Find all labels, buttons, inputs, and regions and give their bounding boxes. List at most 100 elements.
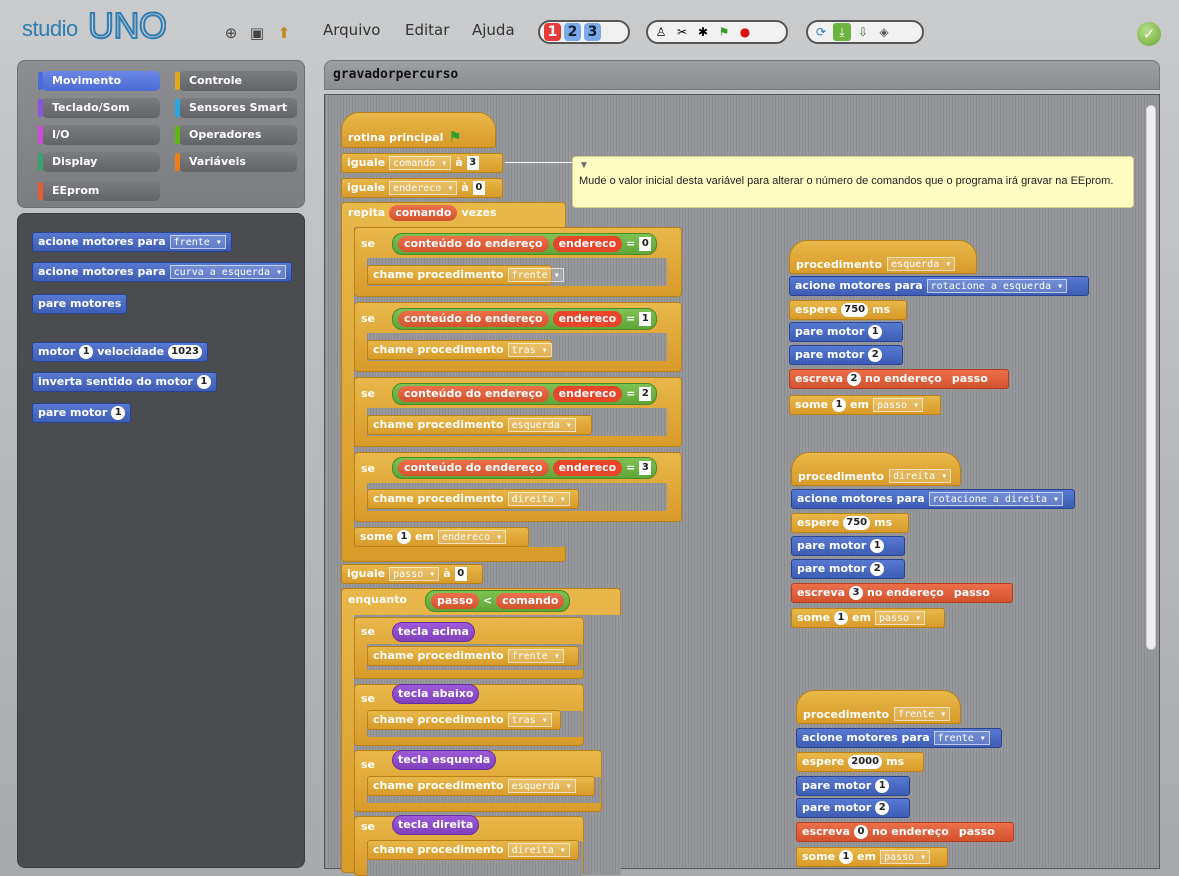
condition-block[interactable]: conteúdo do endereço endereco = 2 xyxy=(392,383,658,405)
connect-icon[interactable]: ⟳ xyxy=(812,23,830,41)
call-proc-block[interactable]: chame procedimento direita ▾ xyxy=(367,489,579,509)
category-controle[interactable]: Controle xyxy=(175,71,297,91)
address-var[interactable]: endereco xyxy=(552,386,623,402)
value-input[interactable]: 1 xyxy=(397,530,412,544)
palette-block-motors-curve[interactable]: acione motores para curva a esquerda ▾ xyxy=(32,262,293,282)
category-operadores[interactable]: Operadores xyxy=(175,125,297,145)
key-left-sensor[interactable]: tecla esquerda xyxy=(392,750,497,770)
add-passo-block[interactable]: some 1 em passo ▾ xyxy=(789,395,941,415)
call-proc-block[interactable]: chame procedimento esquerda ▾ xyxy=(367,776,595,796)
wait-value[interactable]: 2000 xyxy=(848,755,883,769)
wait-block[interactable]: espere 750 ms xyxy=(789,300,907,320)
var-dropdown[interactable]: endereco ▾ xyxy=(389,181,458,195)
direction-dropdown[interactable]: frente ▾ xyxy=(933,731,990,745)
palette-block-invert-motor[interactable]: inverta sentido do motor 1 xyxy=(32,372,217,392)
condition-block[interactable]: conteúdo do endereço endereco = 0 xyxy=(392,233,658,255)
address-var[interactable]: passo xyxy=(947,585,996,601)
direction-dropdown[interactable]: curva a esquerda ▾ xyxy=(169,265,287,279)
motors-block[interactable]: acione motores para rotacione a esquerda … xyxy=(789,276,1089,296)
write-value[interactable]: 3 xyxy=(849,586,864,600)
proc-dropdown[interactable]: frente ▾ xyxy=(507,649,564,663)
value-input[interactable]: 1 xyxy=(834,611,849,625)
stamp-icon[interactable]: ♙ xyxy=(652,23,670,41)
direction-dropdown[interactable]: frente ▾ xyxy=(169,235,226,249)
value-input[interactable]: 2 xyxy=(639,387,652,401)
value-input[interactable]: 1 xyxy=(832,398,847,412)
value-input[interactable]: 3 xyxy=(639,461,652,475)
condition-block[interactable]: conteúdo do endereço endereco = 1 xyxy=(392,308,658,330)
write-value[interactable]: 0 xyxy=(854,825,869,839)
proc-dropdown[interactable]: tras ▾ xyxy=(507,343,552,357)
while-condition[interactable]: passo < comando xyxy=(425,590,571,612)
proc-dropdown[interactable]: direita ▾ xyxy=(507,843,570,857)
category-eeprom[interactable]: EEprom xyxy=(38,181,160,201)
proc-esquerda-hat[interactable]: procedimento esquerda ▾ xyxy=(789,240,977,274)
direction-dropdown[interactable]: rotacione a esquerda ▾ xyxy=(926,279,1068,293)
script-title[interactable]: gravadorpercurso xyxy=(333,67,458,82)
var-dropdown[interactable]: endereco ▾ xyxy=(437,530,507,544)
add-passo-block[interactable]: some 1 em passo ▾ xyxy=(796,847,948,867)
proc-dropdown[interactable]: tras ▾ xyxy=(507,713,552,727)
var-dropdown[interactable]: passo ▾ xyxy=(879,850,931,864)
stop-motor-block[interactable]: pare motor 2 xyxy=(796,798,910,818)
wait-value[interactable]: 750 xyxy=(843,516,871,530)
scissors-icon[interactable]: ✂ xyxy=(673,23,691,41)
proc-dropdown[interactable]: esquerda ▾ xyxy=(507,779,576,793)
wait-value[interactable]: 750 xyxy=(841,303,869,317)
menu-help[interactable]: Ajuda xyxy=(472,21,515,39)
eeprom-write-block[interactable]: escreva 0 no endereço passo xyxy=(796,822,1014,842)
eeprom-write-block[interactable]: escreva 2 no endereço passo xyxy=(789,369,1009,389)
call-proc-block[interactable]: chame procedimento direita ▾ xyxy=(367,840,579,860)
eeprom-write-block[interactable]: escreva 3 no endereço passo xyxy=(791,583,1013,603)
add-endereco-block[interactable]: some 1 em endereco ▾ xyxy=(354,527,529,547)
eeprom-read-block[interactable]: conteúdo do endereço xyxy=(398,460,549,476)
value-input[interactable]: 1 xyxy=(639,312,652,326)
bug-icon[interactable]: ✱ xyxy=(694,23,712,41)
proc-frente-hat[interactable]: procedimento frente ▾ xyxy=(796,690,961,724)
category-io[interactable]: I/O xyxy=(38,125,160,145)
category-variaveis[interactable]: Variáveis xyxy=(175,152,297,172)
save-icon[interactable]: ▣ xyxy=(248,24,266,42)
wait-block[interactable]: espere 750 ms xyxy=(791,513,909,533)
palette-block-stop-motor[interactable]: pare motor 1 xyxy=(32,403,132,423)
call-proc-block[interactable]: chame procedimento frente ▾ xyxy=(367,646,579,666)
key-down-sensor[interactable]: tecla abaixo xyxy=(392,684,480,704)
palette-block-motor-speed[interactable]: motor 1 velocidade 1023 xyxy=(32,342,208,362)
motor-number[interactable]: 1 xyxy=(875,779,890,793)
value-input[interactable]: 0 xyxy=(472,181,485,195)
value-input[interactable]: 0 xyxy=(639,237,652,251)
motors-block[interactable]: acione motores para frente ▾ xyxy=(796,728,1002,748)
view-2-button[interactable]: 2 xyxy=(564,23,581,41)
call-proc-block[interactable]: chame procedimento tras ▾ xyxy=(367,340,552,360)
category-sensores-smart[interactable]: Sensores Smart xyxy=(175,98,297,118)
direction-dropdown[interactable]: rotacione a direita ▾ xyxy=(928,492,1064,506)
globe-icon[interactable]: ⊕ xyxy=(222,24,240,42)
category-display[interactable]: Display xyxy=(38,152,160,172)
call-proc-block[interactable]: chame procedimento tras ▾ xyxy=(367,710,561,730)
comando-var[interactable]: comando xyxy=(496,593,565,609)
motor-number[interactable]: 1 xyxy=(870,539,885,553)
call-proc-block[interactable]: chame procedimento esquerda ▾ xyxy=(367,415,592,435)
condition-block[interactable]: conteúdo do endereço endereco = 3 xyxy=(392,457,658,479)
category-teclado-som[interactable]: Teclado/Som xyxy=(38,98,160,118)
value-input[interactable]: 0 xyxy=(454,567,467,581)
eeprom-read-block[interactable]: conteúdo do endereço xyxy=(398,311,549,327)
motor-number[interactable]: 1 xyxy=(196,375,211,389)
motor-number[interactable]: 1 xyxy=(868,325,883,339)
var-dropdown[interactable]: passo ▾ xyxy=(872,398,924,412)
address-var[interactable]: endereco xyxy=(552,311,623,327)
passo-var[interactable]: passo xyxy=(431,593,479,609)
address-var[interactable]: endereco xyxy=(552,460,623,476)
stop-motor-block[interactable]: pare motor 1 xyxy=(791,536,905,556)
category-movimento[interactable]: Movimento xyxy=(38,71,160,91)
green-flag-icon[interactable]: ⚑ xyxy=(715,23,733,41)
wait-block[interactable]: espere 2000 ms xyxy=(796,752,924,772)
eraser-icon[interactable]: ◈ xyxy=(875,23,893,41)
binary-icon[interactable]: ⇩ xyxy=(854,23,872,41)
motors-block[interactable]: acione motores para rotacione a direita ▾ xyxy=(791,489,1075,509)
stop-motor-block[interactable]: pare motor 1 xyxy=(789,322,903,342)
motor-number[interactable]: 1 xyxy=(111,406,126,420)
write-value[interactable]: 2 xyxy=(847,372,862,386)
share-icon[interactable]: ⬆ xyxy=(275,24,293,42)
value-input[interactable]: 1 xyxy=(839,850,854,864)
